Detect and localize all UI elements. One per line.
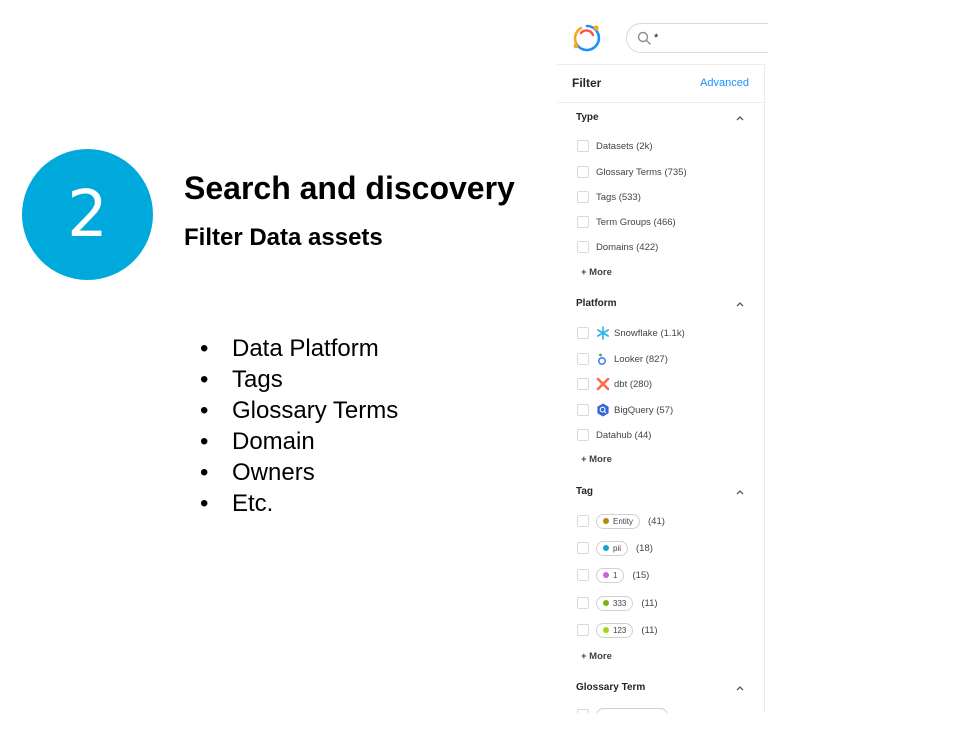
step-number: 2: [67, 177, 108, 252]
filter-option-datahub[interactable]: Datahub (44): [577, 427, 651, 443]
filter-option-snowflake[interactable]: Snowflake (1.1k): [577, 325, 685, 341]
slide-title: Search and discovery: [184, 170, 515, 206]
chevron-up-icon[interactable]: [735, 299, 745, 309]
filter-option-tags[interactable]: Tags (533): [577, 189, 641, 205]
filter-option-datasets[interactable]: Datasets (2k): [577, 138, 653, 154]
search-icon: [637, 31, 651, 45]
section-title-glossary-term[interactable]: Glossary Term: [576, 682, 645, 693]
checkbox[interactable]: [577, 353, 589, 365]
snowflake-icon: [596, 326, 609, 340]
checkbox[interactable]: [577, 166, 589, 178]
glossary-pill: [596, 707, 668, 713]
bullet-item: • Domain: [200, 428, 315, 455]
bullet-item: • Tags: [200, 366, 283, 393]
filter-option-dbt[interactable]: dbt (280): [577, 376, 652, 392]
filter-option-tag-1[interactable]: 1 (15): [577, 567, 649, 583]
filter-option-term-groups[interactable]: Term Groups (466): [577, 214, 676, 230]
search-bar[interactable]: [626, 23, 768, 53]
section-title-tag[interactable]: Tag: [576, 486, 593, 497]
tag-pill: pii: [596, 540, 629, 556]
bullet-item: • Data Platform: [200, 335, 379, 362]
section-title-type[interactable]: Type: [576, 112, 599, 123]
chevron-up-icon[interactable]: [735, 683, 745, 693]
tag-pill: 333: [596, 595, 634, 611]
filter-option-tag-entity[interactable]: Entity (41): [577, 513, 665, 529]
filter-option-tag-123[interactable]: 123 (11): [577, 622, 658, 638]
checkbox[interactable]: [577, 429, 589, 441]
advanced-filter-link[interactable]: Advanced: [700, 77, 749, 89]
looker-icon: [597, 353, 607, 366]
step-number-circle: 2: [22, 149, 153, 280]
filter-option-glossary-partial[interactable]: [577, 707, 676, 713]
chevron-up-icon[interactable]: [735, 487, 745, 497]
bullet-item: • Glossary Terms: [200, 397, 399, 424]
type-more-link[interactable]: + More: [581, 267, 612, 278]
checkbox[interactable]: [577, 709, 589, 713]
checkbox[interactable]: [577, 624, 589, 636]
app-panel: Filter Advanced Type Datasets (2k) Gloss…: [557, 0, 768, 713]
section-title-platform[interactable]: Platform: [576, 298, 617, 309]
filter-option-bigquery[interactable]: BigQuery (57): [577, 402, 673, 418]
checkbox[interactable]: [577, 515, 589, 527]
checkbox[interactable]: [577, 569, 589, 581]
filter-label: Filter: [572, 76, 602, 90]
tag-pill: 1: [596, 567, 625, 583]
tag-color-dot: [603, 600, 609, 606]
checkbox[interactable]: [577, 378, 589, 390]
search-input[interactable]: [654, 28, 764, 48]
filter-option-domains[interactable]: Domains (422): [577, 239, 658, 255]
app-header: [557, 0, 768, 64]
feature-bullet-list: • Data Platform • Tags • Glossary Terms • Do…: [200, 333, 398, 519]
checkbox[interactable]: [577, 140, 589, 152]
filter-header: Filter Advanced: [557, 65, 764, 103]
tag-pill: Entity: [596, 513, 641, 529]
checkbox[interactable]: [577, 191, 589, 203]
checkbox[interactable]: [577, 241, 589, 253]
tag-color-dot: [603, 627, 609, 633]
tag-color-dot: [603, 518, 609, 524]
filter-option-glossary-terms[interactable]: Glossary Terms (735): [577, 164, 687, 180]
tag-color-dot: [603, 572, 609, 578]
tag-more-link[interactable]: + More: [581, 651, 612, 662]
slide-subtitle: Filter Data assets: [184, 224, 383, 251]
checkbox[interactable]: [577, 542, 589, 554]
datahub-logo-icon[interactable]: [571, 22, 603, 54]
dbt-icon: [596, 377, 610, 391]
bullet-item: • Owners: [200, 459, 315, 486]
bullet-item: • Etc.: [200, 490, 274, 517]
tag-pill: 123: [596, 622, 634, 638]
checkbox[interactable]: [577, 327, 589, 339]
filter-option-tag-333[interactable]: 333 (11): [577, 595, 658, 611]
chevron-up-icon[interactable]: [735, 113, 745, 123]
filter-sidebar: Filter Advanced Type Datasets (2k) Gloss…: [557, 64, 765, 713]
checkbox[interactable]: [577, 404, 589, 416]
checkbox[interactable]: [577, 597, 589, 609]
checkbox[interactable]: [577, 216, 589, 228]
filter-option-looker[interactable]: Looker (827): [577, 351, 668, 367]
filter-option-tag-pii[interactable]: pii (18): [577, 540, 653, 556]
bigquery-icon: [597, 403, 609, 417]
tag-color-dot: [603, 545, 609, 551]
platform-more-link[interactable]: + More: [581, 454, 612, 465]
